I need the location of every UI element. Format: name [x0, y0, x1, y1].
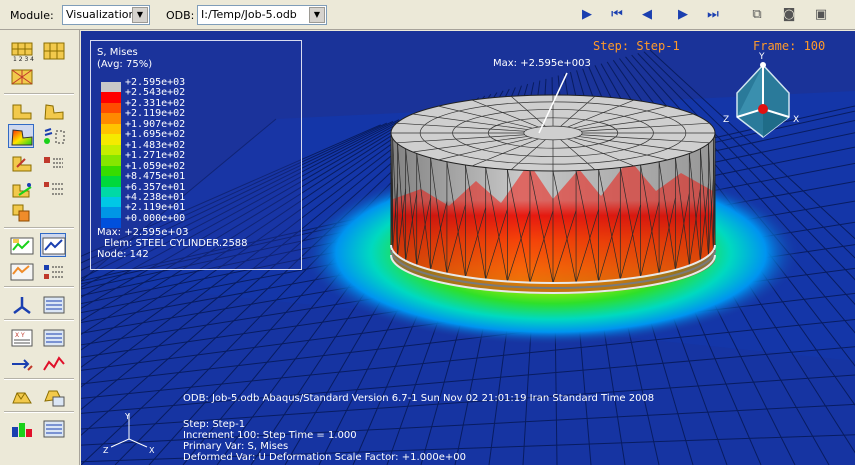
- contour-plot-icon[interactable]: [8, 124, 34, 148]
- odb-info: ODB: Job-5.odb Abaqus/Standard Version 6…: [183, 393, 655, 404]
- material-orientation-icon[interactable]: [8, 150, 34, 174]
- legend-value: +0.000e+00: [125, 212, 186, 224]
- report-manager-icon[interactable]: [40, 416, 66, 440]
- legend-swatch: [101, 144, 121, 156]
- legend-swatch: [101, 123, 121, 135]
- next-frame-icon[interactable]: ▶: [672, 7, 694, 23]
- grid-numbers-icon[interactable]: 1 2 3 4: [8, 38, 34, 63]
- grid-icon[interactable]: [40, 38, 66, 62]
- mesh-icon[interactable]: [8, 64, 34, 88]
- xy-data-icon[interactable]: X Y: [8, 325, 34, 349]
- legend-elem: Elem: STEEL CYLINDER.2588: [104, 238, 248, 249]
- view-cut-manager-icon[interactable]: [40, 292, 66, 316]
- legend-swatch: [101, 134, 121, 145]
- toolbox-separator: [4, 286, 74, 288]
- superimpose-icon[interactable]: [8, 176, 34, 200]
- odb-select-value: I:/Temp/Job-5.odb: [201, 8, 297, 21]
- primary-var-info: Primary Var: S, Mises: [183, 441, 289, 452]
- viewport[interactable]: Y Z X Y Z X Step: Step-1 Frame: 100 Max:…: [81, 31, 855, 465]
- toolbox: 1 2 3 4 X Y: [0, 30, 80, 465]
- legend-averaging: (Avg: 75%): [97, 59, 153, 70]
- toolbox-separator: [4, 93, 74, 95]
- view-cut-icon[interactable]: [8, 292, 34, 316]
- legend-swatch: [101, 186, 121, 197]
- legend-values: +2.595e+03 +2.543e+02 +2.331e+02 +2.119e+02…: [125, 77, 186, 224]
- legend-swatch: [101, 92, 121, 103]
- toolbox-separator: [4, 411, 74, 413]
- legend-swatch: [101, 102, 121, 114]
- common-options-icon[interactable]: [40, 150, 66, 174]
- toolbox-separator: [4, 378, 74, 380]
- undeformed-plot-icon[interactable]: [8, 98, 34, 122]
- legend-swatch: [101, 196, 121, 208]
- toolbox-separator: [4, 319, 74, 321]
- contour-legend[interactable]: S, Mises (Avg: 75%) +2.595e+03 +2.543e+02…: [90, 40, 302, 270]
- module-label: Module:: [10, 9, 54, 22]
- legend-title: S, Mises: [97, 47, 138, 58]
- animation-options-icon[interactable]: [8, 259, 34, 283]
- module-select[interactable]: Visualization ▼: [62, 5, 150, 25]
- last-frame-icon[interactable]: ⏭: [702, 7, 724, 23]
- first-frame-icon[interactable]: ⏮: [606, 7, 628, 23]
- xy-plot-icon[interactable]: [40, 351, 66, 375]
- triad-x-label: X: [793, 115, 799, 125]
- svg-text:X Y: X Y: [15, 332, 25, 339]
- legend-footer: Max: +2.595e+03 Elem: STEEL CYLINDER.258…: [97, 227, 248, 260]
- triad-y-label: Y: [758, 52, 765, 62]
- legend-swatch: [101, 176, 121, 187]
- legend-node: Node: 142: [97, 249, 149, 260]
- legend-swatch: [101, 113, 121, 124]
- play-icon[interactable]: ▶: [576, 7, 598, 23]
- legend-swatch: [101, 82, 121, 93]
- svg-text:1 2 3 4: 1 2 3 4: [13, 56, 34, 63]
- increment-info: Increment 100: Step Time = 1.000: [183, 430, 357, 441]
- display-group-icon[interactable]: [8, 384, 34, 408]
- report-icon[interactable]: [8, 416, 34, 440]
- axis-z-label: Z: [103, 446, 109, 455]
- axis-x-label: X: [149, 446, 155, 455]
- legend-max: Max: +2.595e+03: [97, 227, 189, 238]
- top-toolbar: Module: Visualization ▼ ODB: I:/Temp/Job…: [0, 0, 855, 30]
- chevron-down-icon[interactable]: ▼: [132, 7, 148, 23]
- legend-swatch: [101, 165, 121, 177]
- path-icon[interactable]: [8, 351, 34, 375]
- chevron-down-icon[interactable]: ▼: [309, 7, 325, 23]
- camera-icon[interactable]: ◙: [778, 7, 800, 23]
- legend-swatch: [101, 155, 121, 166]
- overlay-plot-icon[interactable]: [8, 200, 34, 224]
- legend-swatch: [101, 207, 121, 218]
- display-group-manager-icon[interactable]: [40, 384, 66, 408]
- frame-label: Frame: 100: [753, 39, 826, 53]
- odb-label: ODB:: [166, 9, 195, 22]
- step-info: Step: Step-1: [183, 419, 246, 430]
- module-select-value: Visualization: [66, 8, 136, 21]
- toolbox-separator: [4, 227, 74, 229]
- step-label: Step: Step-1: [593, 39, 680, 53]
- xy-data-manager-icon[interactable]: [40, 325, 66, 349]
- deformed-plot-icon[interactable]: [40, 98, 66, 122]
- max-annotation: Max: +2.595e+003: [493, 58, 591, 69]
- axis-y-label: Y: [124, 412, 130, 421]
- legend-value: +8.475e+01: [125, 171, 186, 183]
- animate-time-history-icon[interactable]: [8, 233, 34, 257]
- symbol-plot-icon[interactable]: [40, 124, 66, 148]
- legend-color-bar: [101, 82, 121, 229]
- movie-camera-icon[interactable]: ▣: [810, 7, 832, 23]
- previous-frame-icon[interactable]: ◀: [636, 7, 658, 23]
- deformed-var-info: Deformed Var: U Deformation Scale Factor…: [183, 452, 466, 463]
- triad-z-label: Z: [723, 115, 729, 125]
- animation-settings-icon[interactable]: [40, 259, 66, 283]
- odb-select[interactable]: I:/Temp/Job-5.odb ▼: [197, 5, 327, 25]
- animate-scale-factor-icon[interactable]: [40, 233, 66, 257]
- viewport-icon[interactable]: ⧉: [746, 7, 768, 23]
- plot-options-icon[interactable]: [40, 176, 66, 200]
